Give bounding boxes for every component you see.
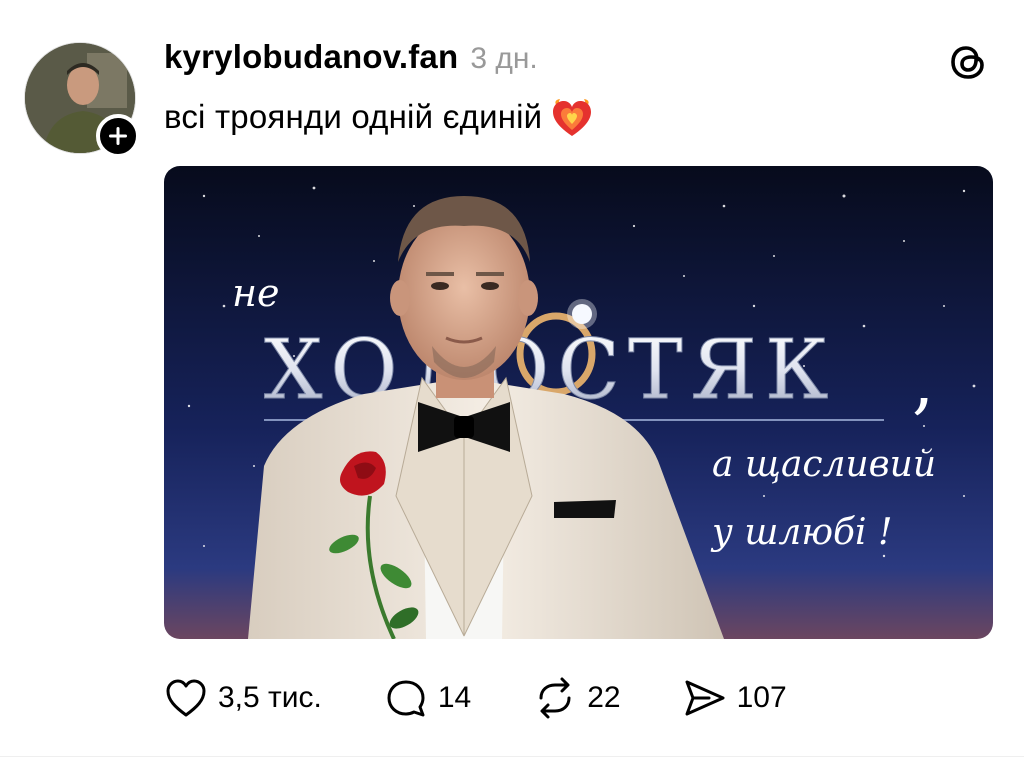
repost-count: 22: [587, 681, 621, 714]
post-actions-bar: 3,5 тис. 14 22 107: [164, 672, 849, 724]
post-image[interactable]: не ХОЛОСТЯК , а щасливий у шлюбі !: [164, 166, 993, 639]
author-avatar-wrap[interactable]: [24, 42, 140, 158]
post-header: kyrylobudanov.fan 3 дн.: [164, 38, 538, 82]
send-icon: [685, 680, 725, 716]
threads-post: kyrylobudanov.fan 3 дн. всі троянди одні…: [0, 0, 1024, 762]
heart-icon: [166, 679, 206, 717]
reply-button[interactable]: 14: [384, 677, 471, 719]
repost-button[interactable]: 22: [533, 676, 621, 720]
overlay-title-comma: ,: [912, 341, 934, 423]
overlay-line-2: а щасливий: [712, 444, 936, 485]
plus-icon: [109, 127, 127, 145]
repost-icon: [539, 677, 571, 719]
like-count: 3,5 тис.: [218, 681, 322, 714]
comment-icon: [387, 680, 425, 717]
post-divider: [0, 756, 1024, 757]
reply-count: 14: [437, 681, 472, 714]
overlay-line-top: не: [232, 271, 280, 315]
share-count: 107: [736, 681, 787, 714]
follow-button[interactable]: [96, 114, 140, 158]
heart-on-fire-emoji-icon: [553, 99, 592, 136]
username-link[interactable]: kyrylobudanov.fan: [164, 38, 458, 76]
overlay-line-3: у шлюбі !: [710, 512, 892, 553]
post-caption: всі троянди одній єдиній: [164, 96, 594, 138]
threads-logo-icon[interactable]: [946, 40, 990, 84]
post-timestamp: 3 дн.: [470, 42, 538, 75]
share-button[interactable]: 107: [683, 677, 787, 719]
like-button[interactable]: 3,5 тис.: [164, 677, 322, 719]
caption-text: всі троянди одній єдиній: [164, 98, 543, 135]
